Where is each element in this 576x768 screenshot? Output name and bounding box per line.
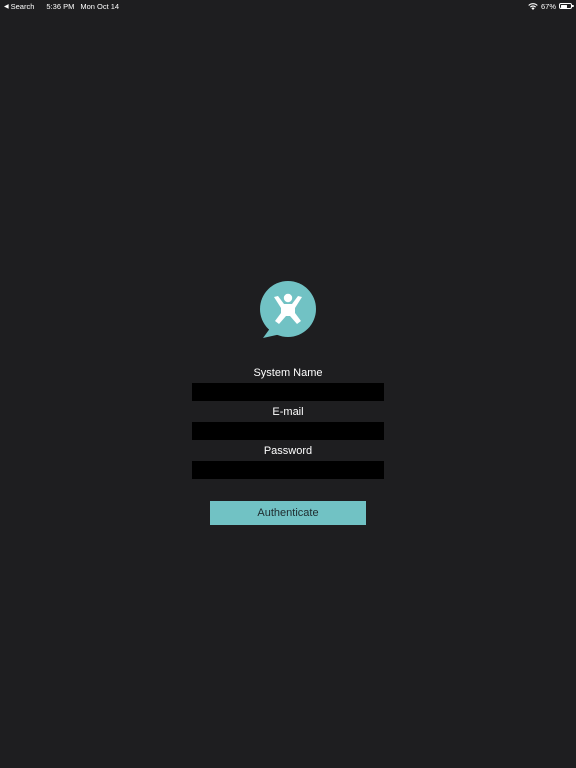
wifi-icon bbox=[528, 2, 538, 10]
battery-level-fill bbox=[560, 4, 568, 8]
login-form: System Name E-mail Password bbox=[192, 362, 384, 481]
status-bar-right: 67% bbox=[528, 1, 574, 11]
back-to-app-link[interactable]: Search bbox=[11, 2, 35, 11]
authenticate-button[interactable]: Authenticate bbox=[210, 501, 366, 525]
app-logo bbox=[257, 281, 319, 341]
email-label: E-mail bbox=[272, 406, 304, 418]
password-input[interactable] bbox=[192, 461, 384, 479]
battery-percentage: 67% bbox=[540, 1, 556, 11]
password-label: Password bbox=[263, 445, 313, 457]
status-bar-left: ◀ Search 5:36 PM Mon Oct 14 bbox=[4, 2, 119, 11]
person-chat-bubble-icon bbox=[260, 281, 316, 338]
back-arrow-icon[interactable]: ◀ bbox=[4, 3, 9, 10]
status-time: 5:36 PM bbox=[46, 2, 75, 11]
battery-icon bbox=[559, 3, 574, 9]
status-bar: ◀ Search 5:36 PM Mon Oct 14 67% bbox=[0, 0, 576, 12]
system-name-label: System Name bbox=[253, 367, 323, 379]
system-name-input[interactable] bbox=[192, 383, 384, 401]
email-input[interactable] bbox=[192, 422, 384, 440]
status-date: Mon Oct 14 bbox=[80, 2, 120, 11]
